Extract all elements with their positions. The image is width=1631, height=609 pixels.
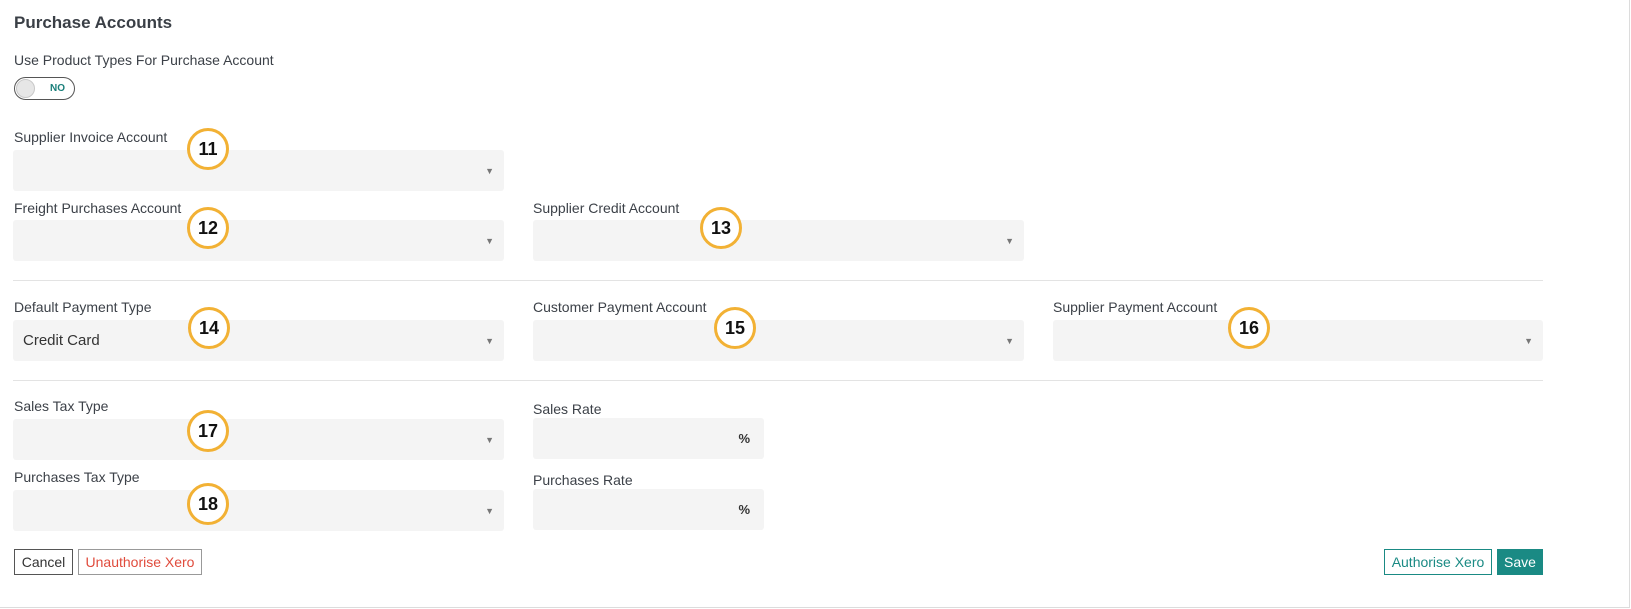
callout-badge: 16 <box>1228 307 1270 349</box>
customer-payment-label: Customer Payment Account <box>533 299 707 315</box>
sales-rate-field: % <box>533 418 764 459</box>
callout-badge: 15 <box>714 307 756 349</box>
customer-payment-select[interactable]: ▼ <box>533 320 1024 361</box>
callout-badge: 13 <box>700 207 742 249</box>
cancel-button[interactable]: Cancel <box>14 549 73 575</box>
purchases-rate-label: Purchases Rate <box>533 472 633 488</box>
toggle-state-text: NO <box>50 83 65 94</box>
chevron-down-icon: ▼ <box>485 435 494 445</box>
supplier-credit-select[interactable]: ▼ <box>533 220 1024 261</box>
default-payment-type-value: Credit Card <box>23 332 100 349</box>
freight-purchases-label: Freight Purchases Account <box>14 200 182 216</box>
section-divider <box>13 380 1543 381</box>
sales-tax-type-select[interactable]: ▼ <box>13 419 504 460</box>
callout-badge: 11 <box>187 128 229 170</box>
supplier-payment-select[interactable]: ▼ <box>1053 320 1543 361</box>
callout-badge: 17 <box>187 410 229 452</box>
toggle-knob <box>16 79 35 98</box>
purchases-tax-type-select[interactable]: ▼ <box>13 490 504 531</box>
sales-rate-input[interactable] <box>533 418 733 459</box>
sales-tax-type-label: Sales Tax Type <box>14 398 109 414</box>
chevron-down-icon: ▼ <box>1524 336 1533 346</box>
page-title: Purchase Accounts <box>14 13 173 32</box>
percent-unit: % <box>738 502 750 517</box>
chevron-down-icon: ▼ <box>485 236 494 246</box>
unauthorise-xero-button[interactable]: Unauthorise Xero <box>78 549 202 575</box>
callout-badge: 14 <box>188 307 230 349</box>
chevron-down-icon: ▼ <box>485 336 494 346</box>
supplier-credit-label: Supplier Credit Account <box>533 200 680 216</box>
callout-badge: 18 <box>187 483 229 525</box>
default-payment-type-label: Default Payment Type <box>14 299 152 315</box>
product-types-label: Use Product Types For Purchase Account <box>14 52 274 68</box>
purchases-rate-input[interactable] <box>533 489 733 530</box>
callout-badge: 12 <box>187 207 229 249</box>
product-types-toggle[interactable]: NO <box>14 77 75 100</box>
save-button[interactable]: Save <box>1497 549 1543 575</box>
percent-unit: % <box>738 431 750 446</box>
supplier-invoice-select[interactable]: ▼ <box>13 150 504 191</box>
sales-rate-label: Sales Rate <box>533 401 602 417</box>
freight-purchases-select[interactable]: ▼ <box>13 220 504 261</box>
chevron-down-icon: ▼ <box>485 166 494 176</box>
purchase-accounts-panel: Purchase Accounts Use Product Types For … <box>0 0 1630 608</box>
supplier-invoice-label: Supplier Invoice Account <box>14 129 168 145</box>
supplier-payment-label: Supplier Payment Account <box>1053 299 1218 315</box>
purchases-tax-type-label: Purchases Tax Type <box>14 469 140 485</box>
chevron-down-icon: ▼ <box>1005 236 1014 246</box>
purchases-rate-field: % <box>533 489 764 530</box>
authorise-xero-button[interactable]: Authorise Xero <box>1384 549 1492 575</box>
section-divider <box>13 280 1543 281</box>
default-payment-type-select[interactable]: Credit Card ▼ <box>13 320 504 361</box>
chevron-down-icon: ▼ <box>1005 336 1014 346</box>
chevron-down-icon: ▼ <box>485 506 494 516</box>
